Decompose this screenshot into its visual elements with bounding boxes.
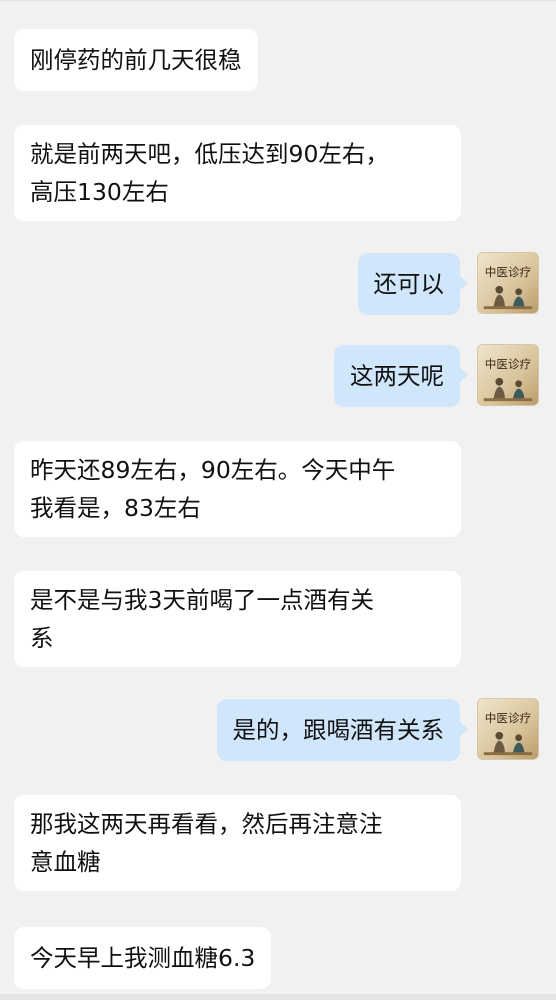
incoming-message-bubble[interactable]: 就是前两天吧，低压达到90左右， 高压130左右 xyxy=(14,125,461,221)
bottom-divider xyxy=(0,994,556,1000)
doctor-avatar-icon-graphic: 中医诊疗 xyxy=(483,265,533,310)
svg-text:中医诊疗: 中医诊疗 xyxy=(485,265,532,279)
incoming-message-bubble[interactable]: 那我这两天再看看，然后再注意注 意血糖 xyxy=(14,795,461,891)
outgoing-message-bubble[interactable]: 还可以 xyxy=(357,253,468,315)
doctor-avatar-icon-graphic: 中医诊疗 xyxy=(483,357,533,402)
incoming-message-bubble[interactable]: 今天早上我测血糖6.3 xyxy=(14,927,272,989)
incoming-message-bubble[interactable]: 刚停药的前几天很稳 xyxy=(14,29,258,91)
svg-text:中医诊疗: 中医诊疗 xyxy=(485,357,532,371)
doctor-avatar-icon[interactable]: 中医诊疗 xyxy=(477,344,539,406)
doctor-avatar-icon[interactable]: 中医诊疗 xyxy=(477,698,539,760)
outgoing-message-bubble[interactable]: 这两天呢 xyxy=(334,345,468,407)
doctor-avatar-icon[interactable]: 中医诊疗 xyxy=(477,252,539,314)
outgoing-message-bubble[interactable]: 是的，跟喝酒有关系 xyxy=(216,699,468,761)
doctor-avatar-icon-graphic: 中医诊疗 xyxy=(483,711,533,756)
chat-history: 刚停药的前几天很稳 就是前两天吧，低压达到90左右， 高压130左右 还可以 中… xyxy=(0,0,556,1000)
incoming-message-bubble[interactable]: 昨天还89左右，90左右。今天中午 我看是，83左右 xyxy=(14,441,461,537)
incoming-message-bubble[interactable]: 是不是与我3天前喝了一点酒有关 系 xyxy=(14,571,461,667)
svg-text:中医诊疗: 中医诊疗 xyxy=(485,711,532,725)
